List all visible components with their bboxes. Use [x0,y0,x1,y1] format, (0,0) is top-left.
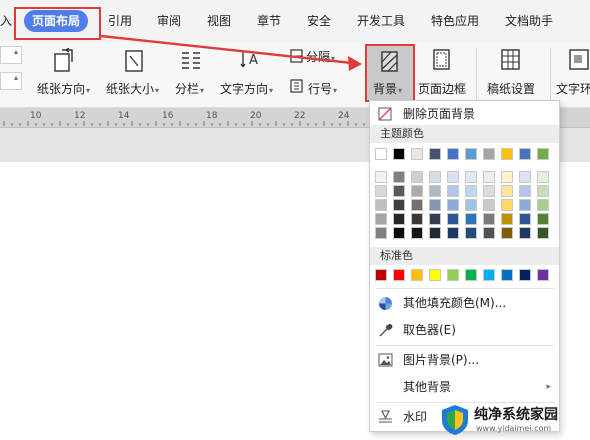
theme-shade-swatch[interactable] [375,199,387,211]
standard-color-swatch[interactable] [537,269,549,281]
standard-color-swatch[interactable] [483,269,495,281]
theme-shade-swatch[interactable] [519,185,531,197]
theme-shade-swatch[interactable] [447,213,459,225]
menu-divider [376,288,555,289]
theme-shade-swatch[interactable] [501,199,513,211]
no-fill-icon [378,107,392,121]
remove-page-background-item[interactable]: 删除页面背景 [370,101,559,127]
theme-shade-swatch[interactable] [465,185,477,197]
theme-shade-swatch[interactable] [375,185,387,197]
standard-color-swatch[interactable] [375,269,387,281]
chevron-right-icon: ▸ [546,382,551,392]
ruler-label: 24 [338,111,350,121]
theme-shade-swatch[interactable] [501,227,513,239]
theme-shade-swatch[interactable] [429,213,441,225]
theme-shade-swatch[interactable] [411,185,423,197]
ruler-label: 14 [118,111,130,121]
theme-shade-swatch[interactable] [429,171,441,183]
theme-shade-swatch[interactable] [465,213,477,225]
standard-color-swatch[interactable] [501,269,513,281]
theme-shade-swatch[interactable] [483,185,495,197]
theme-shade-swatch[interactable] [519,213,531,225]
theme-shade-swatch[interactable] [411,199,423,211]
watermark-url: www.yidaimei.com [476,424,552,433]
site-watermark-logo: 纯净系统家园 www.yidaimei.com [438,402,590,440]
theme-shade-swatch[interactable] [393,199,405,211]
ruler-label: 12 [74,111,86,121]
theme-shade-swatch[interactable] [483,227,495,239]
color-wheel-icon [379,297,392,310]
menu-divider [376,345,555,346]
theme-shade-swatch[interactable] [501,171,513,183]
theme-shade-swatch[interactable] [429,227,441,239]
picture-background-item[interactable]: 图片背景(P)... [370,347,559,373]
watermark-icon [379,410,392,423]
theme-shade-swatch[interactable] [465,199,477,211]
theme-color-swatch[interactable] [375,148,387,160]
theme-color-swatch[interactable] [519,148,531,160]
standard-color-swatch[interactable] [393,269,405,281]
theme-shade-swatch[interactable] [519,171,531,183]
theme-color-swatch[interactable] [537,148,549,160]
theme-shade-swatch[interactable] [537,185,549,197]
theme-shade-swatch[interactable] [429,185,441,197]
ruler-label: 10 [30,111,42,121]
theme-shade-swatch[interactable] [393,171,405,183]
theme-shade-swatch[interactable] [537,199,549,211]
watermark-title: 纯净系统家园 [474,407,558,423]
background-dropdown-menu: 删除页面背景 主题颜色 标准色 其他填充颜色(M)... 取色器(E) 图片背景… [369,100,560,432]
theme-shade-swatch[interactable] [375,227,387,239]
ruler-label: 16 [162,111,174,121]
theme-shade-swatch[interactable] [447,185,459,197]
standard-color-swatch[interactable] [519,269,531,281]
theme-color-swatch[interactable] [411,148,423,160]
theme-color-swatch[interactable] [501,148,513,160]
theme-shade-swatch[interactable] [411,213,423,225]
theme-shade-swatch[interactable] [519,227,531,239]
theme-shade-swatch[interactable] [393,213,405,225]
standard-color-swatch[interactable] [447,269,459,281]
theme-shade-swatch[interactable] [501,185,513,197]
theme-shade-swatch[interactable] [375,213,387,225]
standard-colors-header: 标准色 [370,247,559,265]
theme-color-swatch[interactable] [447,148,459,160]
theme-shade-swatch[interactable] [447,227,459,239]
theme-shade-swatch[interactable] [501,213,513,225]
ruler-label: 20 [250,111,262,121]
theme-shade-swatch[interactable] [447,171,459,183]
standard-color-swatch[interactable] [429,269,441,281]
eyedropper-icon [379,324,393,337]
shield-logo-icon [442,405,468,435]
theme-shade-swatch[interactable] [537,213,549,225]
theme-shade-swatch[interactable] [483,213,495,225]
theme-color-swatch[interactable] [465,148,477,160]
theme-color-swatch[interactable] [393,148,405,160]
theme-color-swatch[interactable] [429,148,441,160]
theme-shade-swatch[interactable] [411,227,423,239]
eyedropper-item[interactable]: 取色器(E) [370,317,559,343]
theme-colors-header: 主题颜色 [370,125,559,143]
theme-shade-swatch[interactable] [429,199,441,211]
theme-shade-swatch[interactable] [483,171,495,183]
theme-shade-swatch[interactable] [537,171,549,183]
theme-shade-swatch[interactable] [447,199,459,211]
theme-color-swatch[interactable] [483,148,495,160]
theme-shade-swatch[interactable] [465,227,477,239]
theme-shade-swatch[interactable] [537,227,549,239]
theme-shade-swatch[interactable] [393,185,405,197]
theme-shade-swatch[interactable] [519,199,531,211]
theme-shade-swatch[interactable] [393,227,405,239]
more-fill-colors-item[interactable]: 其他填充颜色(M)... [370,290,559,316]
ruler-label: 22 [294,111,306,121]
ruler-label: 18 [206,111,218,121]
other-background-item[interactable]: 其他背景 ▸ [370,374,559,400]
standard-color-swatch[interactable] [465,269,477,281]
theme-shade-swatch[interactable] [483,199,495,211]
picture-icon [378,353,393,367]
standard-color-swatch[interactable] [411,269,423,281]
theme-shade-swatch[interactable] [411,171,423,183]
theme-shade-swatch[interactable] [465,171,477,183]
theme-shade-swatch[interactable] [375,171,387,183]
